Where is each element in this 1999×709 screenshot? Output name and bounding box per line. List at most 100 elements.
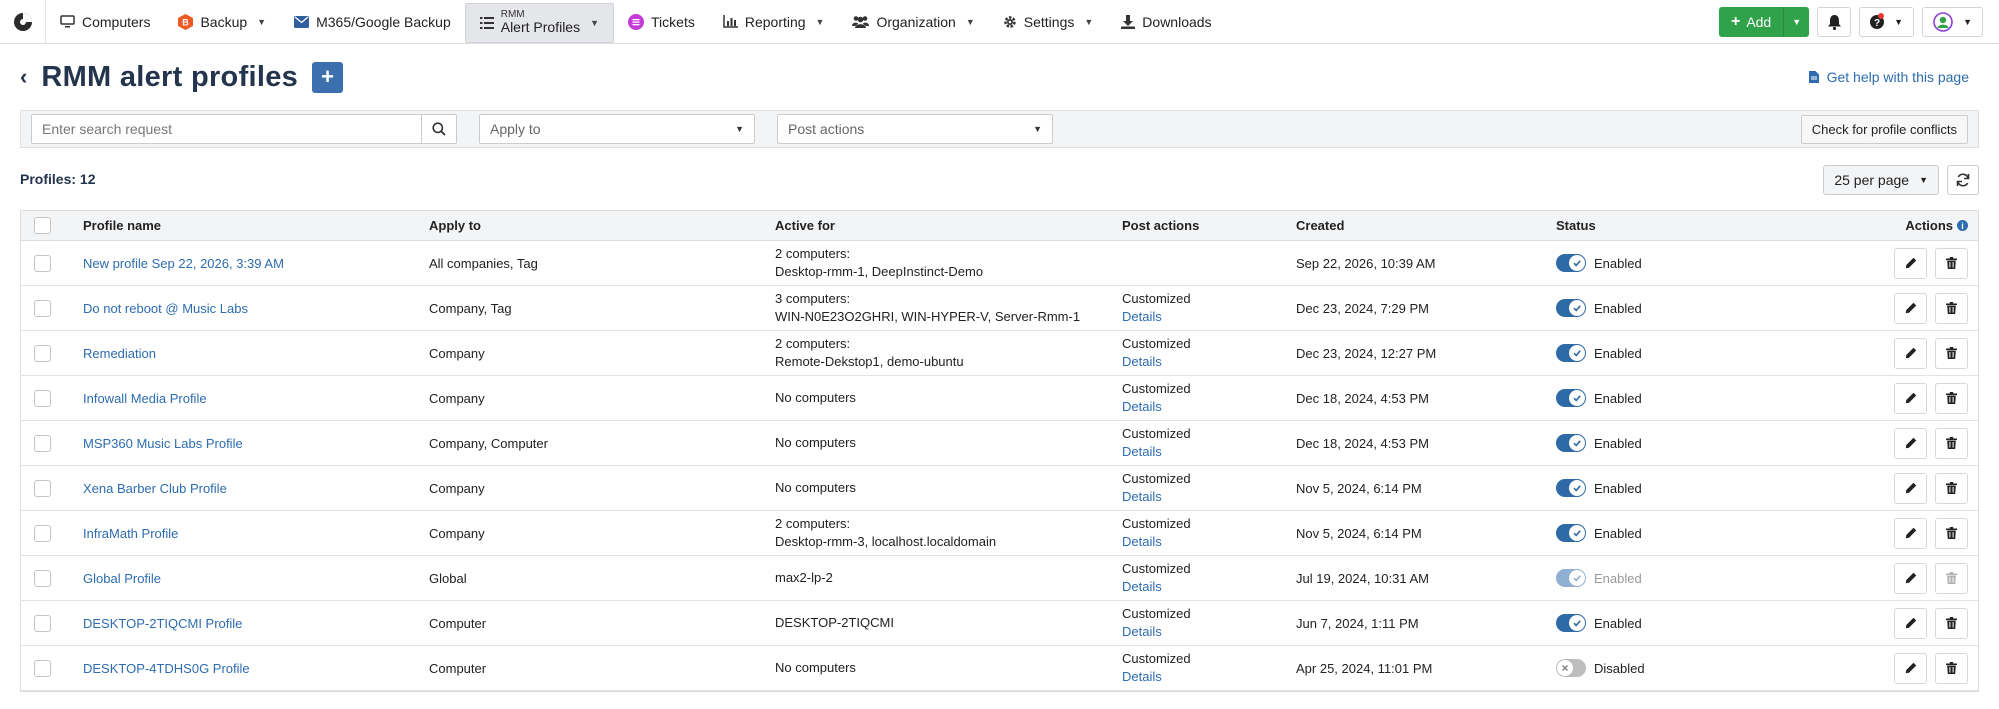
delete-button[interactable] <box>1935 247 1968 279</box>
delete-button[interactable] <box>1935 427 1968 459</box>
column-header-post-actions[interactable]: Post actions <box>1122 218 1296 233</box>
create-profile-button[interactable]: + <box>312 61 344 93</box>
post-actions-details-link[interactable]: Details <box>1122 353 1296 371</box>
pencil-icon <box>1905 572 1916 584</box>
column-header-apply-to[interactable]: Apply to <box>429 218 775 233</box>
delete-button[interactable] <box>1935 472 1968 504</box>
gear-icon <box>1004 15 1016 28</box>
delete-button[interactable] <box>1935 292 1968 324</box>
edit-button[interactable] <box>1894 247 1927 279</box>
add-button[interactable]: + Add ▼ <box>1718 7 1810 37</box>
row-checkbox[interactable] <box>33 479 51 497</box>
post-actions-details-link[interactable]: Details <box>1122 488 1296 506</box>
delete-button[interactable] <box>1935 652 1968 684</box>
nav-reporting[interactable]: Reporting ▼ <box>709 0 839 44</box>
delete-button[interactable] <box>1935 337 1968 369</box>
back-chevron-icon[interactable]: ‹ <box>20 64 27 90</box>
status-cell: Enabled <box>1556 344 1806 362</box>
edit-button[interactable] <box>1894 607 1927 639</box>
status-toggle[interactable] <box>1556 254 1586 272</box>
app-logo[interactable] <box>0 0 46 44</box>
toggle-knob <box>1569 525 1585 541</box>
profile-name-link[interactable]: Xena Barber Club Profile <box>83 481 227 496</box>
nav-rmm-alert-profiles[interactable]: RMM Alert Profiles ▼ <box>464 2 615 43</box>
edit-button[interactable] <box>1894 292 1927 324</box>
search-input[interactable] <box>32 115 421 143</box>
row-checkbox[interactable] <box>33 569 51 587</box>
check-conflicts-button[interactable]: Check for profile conflicts <box>1800 115 1968 144</box>
status-toggle[interactable] <box>1556 344 1586 362</box>
column-header-active-for[interactable]: Active for <box>775 218 1122 233</box>
profile-name-link[interactable]: Do not reboot @ Music Labs <box>83 301 248 316</box>
per-page-select[interactable]: 25 per page ▼ <box>1823 165 1939 195</box>
add-button-main[interactable]: + Add <box>1719 7 1785 37</box>
row-checkbox[interactable] <box>33 659 51 677</box>
row-checkbox[interactable] <box>33 524 51 542</box>
add-dropdown-toggle[interactable]: ▼ <box>1784 17 1809 27</box>
row-checkbox[interactable] <box>33 344 51 362</box>
status-toggle[interactable] <box>1556 479 1586 497</box>
row-checkbox[interactable] <box>33 254 51 272</box>
post-actions-details-link[interactable]: Details <box>1122 308 1296 326</box>
nav-backup[interactable]: B Backup ▼ <box>164 0 280 44</box>
edit-button[interactable] <box>1894 472 1927 504</box>
profile-name-link[interactable]: Global Profile <box>83 571 161 586</box>
edit-button[interactable] <box>1894 652 1927 684</box>
profile-name-link[interactable]: Remediation <box>83 346 156 361</box>
post-actions-details-link[interactable]: Details <box>1122 668 1296 686</box>
post-actions-details-link[interactable]: Details <box>1122 623 1296 641</box>
status-toggle[interactable] <box>1556 569 1586 587</box>
post-actions-details-link[interactable]: Details <box>1122 578 1296 596</box>
profile-name-link[interactable]: MSP360 Music Labs Profile <box>83 436 243 451</box>
status-toggle[interactable] <box>1556 434 1586 452</box>
edit-button[interactable] <box>1894 562 1927 594</box>
edit-button[interactable] <box>1894 382 1927 414</box>
post-actions-select[interactable]: Post actions ▼ <box>777 114 1053 144</box>
status-toggle[interactable] <box>1556 524 1586 542</box>
post-actions-details-link[interactable]: Details <box>1122 533 1296 551</box>
nav-downloads[interactable]: Downloads <box>1107 0 1225 44</box>
help-menu-button[interactable]: ? ▼ <box>1859 7 1915 37</box>
notifications-button[interactable] <box>1817 7 1852 37</box>
status-toggle[interactable] <box>1556 614 1586 632</box>
user-menu-button[interactable]: ▼ <box>1922 7 1983 37</box>
profile-name-link[interactable]: InfraMath Profile <box>83 526 178 541</box>
nav-computers[interactable]: Computers <box>46 0 164 44</box>
profile-name-link[interactable]: DESKTOP-4TDHS0G Profile <box>83 661 250 676</box>
nav-organization[interactable]: Organization ▼ <box>838 0 988 44</box>
profile-name-link[interactable]: Infowall Media Profile <box>83 391 207 406</box>
row-checkbox[interactable] <box>33 434 51 452</box>
help-link[interactable]: Get help with this page <box>1808 69 1969 85</box>
info-icon[interactable]: i <box>1957 220 1968 231</box>
delete-button[interactable] <box>1935 517 1968 549</box>
delete-button[interactable] <box>1935 382 1968 414</box>
status-toggle[interactable] <box>1556 389 1586 407</box>
check-icon <box>1573 395 1581 402</box>
edit-button[interactable] <box>1894 427 1927 459</box>
nav-settings[interactable]: Settings ▼ <box>989 0 1108 44</box>
row-checkbox[interactable] <box>33 614 51 632</box>
profile-name-link[interactable]: New profile Sep 22, 2026, 3:39 AM <box>83 256 284 271</box>
post-actions-value: Customized <box>1122 651 1191 666</box>
nav-tickets[interactable]: Tickets <box>614 0 709 44</box>
search-button[interactable] <box>421 115 456 143</box>
edit-button[interactable] <box>1894 337 1927 369</box>
select-all-checkbox[interactable] <box>33 217 51 234</box>
toggle-knob <box>1569 480 1585 496</box>
status-toggle[interactable] <box>1556 659 1586 677</box>
column-header-created[interactable]: Created <box>1296 218 1556 233</box>
apply-to-select[interactable]: Apply to ▼ <box>479 114 755 144</box>
status-toggle[interactable] <box>1556 299 1586 317</box>
post-actions-details-link[interactable]: Details <box>1122 443 1296 461</box>
refresh-button[interactable] <box>1947 165 1979 195</box>
post-actions-details-link[interactable]: Details <box>1122 398 1296 416</box>
row-checkbox[interactable] <box>33 299 51 317</box>
delete-button[interactable] <box>1935 562 1968 594</box>
nav-m365-google-backup[interactable]: M365/Google Backup <box>280 0 465 44</box>
row-checkbox[interactable] <box>33 389 51 407</box>
column-header-status[interactable]: Status <box>1556 218 1806 233</box>
column-header-profile-name[interactable]: Profile name <box>83 218 429 233</box>
edit-button[interactable] <box>1894 517 1927 549</box>
profile-name-link[interactable]: DESKTOP-2TIQCMI Profile <box>83 616 242 631</box>
delete-button[interactable] <box>1935 607 1968 639</box>
